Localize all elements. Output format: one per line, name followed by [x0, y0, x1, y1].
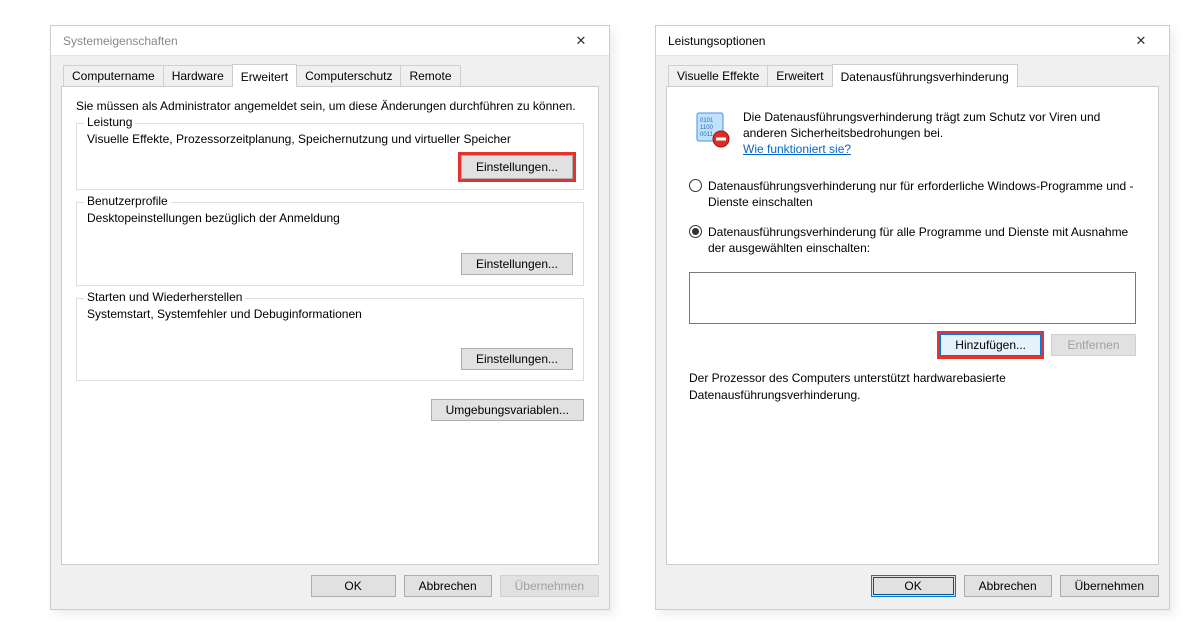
tab-computername[interactable]: Computername [63, 65, 164, 86]
group-performance-desc: Visuelle Effekte, Prozessorzeitplanung, … [87, 132, 573, 148]
ok-button[interactable]: OK [311, 575, 396, 597]
profiles-settings-button[interactable]: Einstellungen... [461, 253, 573, 275]
svg-text:1100: 1100 [700, 125, 714, 131]
dialog-body: Visuelle Effekte Erweitert Datenausführu… [656, 56, 1169, 609]
group-profiles: Benutzerprofile Desktopeinstellungen bez… [76, 202, 584, 286]
dep-how-link[interactable]: Wie funktioniert sie? [743, 142, 851, 156]
titlebar[interactable]: Systemeigenschaften ✕ [51, 26, 609, 56]
dep-status-note: Der Prozessor des Computers unterstützt … [689, 370, 1136, 402]
dialog-button-row: OK Abbrechen Übernehmen [666, 565, 1159, 597]
apply-button[interactable]: Übernehmen [1060, 575, 1159, 597]
radio-icon[interactable] [689, 179, 702, 192]
dialog-body: Computername Hardware Erweitert Computer… [51, 56, 609, 609]
close-button[interactable]: ✕ [561, 27, 601, 55]
tab-panel-advanced: Sie müssen als Administrator angemeldet … [61, 86, 599, 565]
svg-text:0101: 0101 [700, 118, 714, 124]
tab-remote[interactable]: Remote [400, 65, 460, 86]
dep-shield-icon: 0101 1100 0011 [691, 109, 731, 149]
group-profiles-desc: Desktopeinstellungen bezüglich der Anmel… [87, 211, 573, 227]
close-button[interactable]: ✕ [1121, 27, 1161, 55]
cancel-button[interactable]: Abbrechen [964, 575, 1052, 597]
group-profiles-legend: Benutzerprofile [84, 194, 171, 208]
dialog-title: Systemeigenschaften [63, 34, 561, 48]
dialog-title: Leistungsoptionen [668, 34, 1121, 48]
dep-intro-text: Die Datenausführungsverhinderung trägt z… [743, 109, 1144, 158]
startup-settings-button[interactable]: Einstellungen... [461, 348, 573, 370]
env-variables-button[interactable]: Umgebungsvariablen... [431, 399, 584, 421]
cancel-button[interactable]: Abbrechen [404, 575, 492, 597]
radio-label: Datenausführungsverhinderung für alle Pr… [708, 224, 1144, 256]
tab-panel-dep: 0101 1100 0011 Die Datenausführungsverhi… [666, 86, 1159, 565]
group-performance-legend: Leistung [84, 115, 135, 129]
tab-row: Visuelle Effekte Erweitert Datenausführu… [666, 64, 1159, 86]
close-icon: ✕ [1136, 33, 1147, 49]
tab-dep[interactable]: Datenausführungsverhinderung [832, 64, 1018, 87]
tab-visual-effects[interactable]: Visuelle Effekte [668, 65, 768, 86]
titlebar[interactable]: Leistungsoptionen ✕ [656, 26, 1169, 56]
radio-icon[interactable] [689, 225, 702, 238]
remove-button[interactable]: Entfernen [1051, 334, 1136, 356]
performance-settings-button[interactable]: Einstellungen... [461, 155, 573, 179]
group-startup: Starten und Wiederherstellen Systemstart… [76, 298, 584, 382]
dep-add-remove-row: Hinzufügen... Entfernen [689, 334, 1136, 356]
dep-exception-list[interactable] [689, 272, 1136, 324]
dialog-button-row: OK Abbrechen Übernehmen [61, 565, 599, 597]
dep-radio-all[interactable]: Datenausführungsverhinderung für alle Pr… [689, 224, 1144, 256]
tab-hardware[interactable]: Hardware [163, 65, 233, 86]
dep-radio-essential[interactable]: Datenausführungsverhinderung nur für erf… [689, 178, 1144, 210]
ok-button[interactable]: OK [871, 575, 956, 597]
admin-note: Sie müssen als Administrator angemeldet … [76, 99, 584, 115]
add-button[interactable]: Hinzufügen... [940, 334, 1041, 356]
apply-button[interactable]: Übernehmen [500, 575, 599, 597]
group-startup-desc: Systemstart, Systemfehler und Debuginfor… [87, 307, 573, 323]
close-icon: ✕ [576, 33, 587, 49]
svg-text:0011: 0011 [700, 132, 714, 138]
system-properties-dialog: Systemeigenschaften ✕ Computername Hardw… [50, 25, 610, 610]
tab-advanced[interactable]: Erweitert [767, 65, 832, 86]
radio-label: Datenausführungsverhinderung nur für erf… [708, 178, 1144, 210]
tab-computerschutz[interactable]: Computerschutz [296, 65, 401, 86]
tab-row: Computername Hardware Erweitert Computer… [61, 64, 599, 86]
dep-intro-row: 0101 1100 0011 Die Datenausführungsverhi… [681, 109, 1144, 158]
group-performance: Leistung Visuelle Effekte, Prozessorzeit… [76, 123, 584, 191]
tab-erweitert[interactable]: Erweitert [232, 64, 297, 87]
dep-intro-body: Die Datenausführungsverhinderung trägt z… [743, 110, 1100, 140]
group-startup-legend: Starten und Wiederherstellen [84, 290, 245, 304]
performance-options-dialog: Leistungsoptionen ✕ Visuelle Effekte Erw… [655, 25, 1170, 610]
